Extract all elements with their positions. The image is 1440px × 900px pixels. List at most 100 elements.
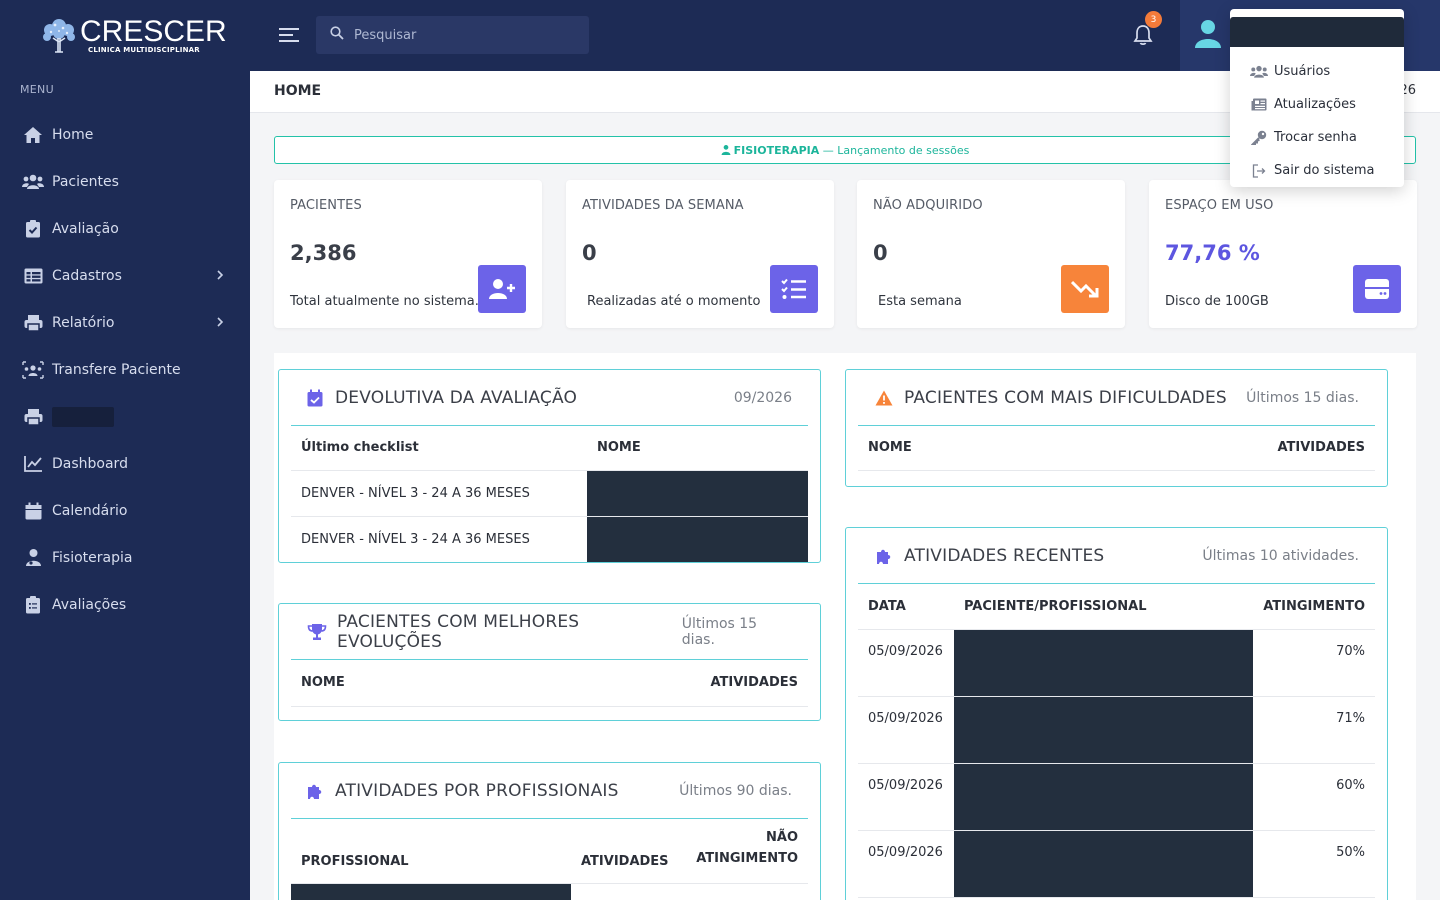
date-cell: 05/09/2026 (858, 763, 954, 831)
printer-icon (22, 313, 44, 333)
card-title: PACIENTES COM MELHORES EVOLUÇÕES (337, 611, 580, 652)
sidebar-item-redacted[interactable] (0, 393, 250, 440)
table-header-row: Último checklist NOME (291, 426, 808, 471)
table-row[interactable]: DENVER - NÍVEL 3 - 24 A 36 MESES (291, 516, 808, 562)
key-icon (1250, 130, 1268, 145)
sidebar-item-avaliacao[interactable]: Avaliação (0, 205, 250, 252)
column-header: NOME (858, 426, 1051, 471)
checklist-cell: DENVER - NÍVEL 3 - 24 A 36 MESES (301, 531, 530, 547)
user-plus-icon[interactable] (478, 265, 526, 313)
card-period: 09/2026 (733, 389, 792, 406)
sidebar-item-home[interactable]: Home (0, 111, 250, 158)
clipboard-list-icon (22, 595, 44, 615)
sidebar-item-relatorio[interactable]: Relatório (0, 299, 250, 346)
column-header: NÃO ATINGIMENTO (682, 819, 808, 884)
percent-cell: 60% (1253, 763, 1375, 831)
menu-item-atualizacoes[interactable]: Atualizações (1230, 88, 1404, 121)
card-header: ATIVIDADES POR PROFISSIONAIS Últimos 90 … (291, 763, 808, 819)
card-title: DEVOLUTIVA DA AVALIAÇÃO (335, 387, 578, 408)
card-header: PACIENTES COM MELHORES EVOLUÇÕES Últimos… (291, 604, 808, 660)
sidebar-item-dashboard[interactable]: Dashboard (0, 440, 250, 487)
percent-cell: 71% (1253, 696, 1375, 764)
column-header: ATIVIDADES (1050, 426, 1375, 471)
sidebar-item-label: Transfere Paciente (52, 361, 181, 378)
stat-card-nao-adquirido: NÃO ADQUIRIDO 0 Esta semana (857, 180, 1125, 328)
card-title: ATIVIDADES POR PROFISSIONAIS (335, 780, 619, 801)
table-row[interactable]: 05/09/2026 71% (858, 696, 1375, 764)
stat-value: 0 (582, 241, 597, 265)
sidebar-item-cadastros[interactable]: Cadastros (0, 252, 250, 299)
sidebar-item-label: Avaliações (52, 596, 127, 613)
header-line: NÃO (766, 829, 798, 845)
card-header: ATIVIDADES RECENTES Últimas 10 atividade… (858, 528, 1375, 584)
card-mais-dificuldades: PACIENTES COM MAIS DIFICULDADES Últimos … (845, 369, 1388, 487)
user-avatar-icon (1194, 19, 1222, 49)
card-title: PACIENTES COM MAIS DIFICULDADES (904, 387, 1227, 408)
search-icon (330, 26, 344, 44)
user-medical-icon (721, 144, 731, 156)
menu-item-trocar-senha[interactable]: Trocar senha (1230, 121, 1404, 154)
table-cell (571, 883, 683, 900)
menu-item-usuarios[interactable]: Usuários (1230, 55, 1404, 88)
printer-icon (22, 407, 44, 427)
date-cell: 05/09/2026 (858, 830, 954, 898)
stat-card-atividades-semana: ATIVIDADES DA SEMANA 0 Realizadas até o … (566, 180, 834, 328)
sidebar: CRESCER CLINICA MULTIDISCIPLINAR MENU Ho… (0, 0, 250, 900)
menu-item-label: Atualizações (1274, 97, 1356, 112)
redacted-name-cell (953, 830, 1254, 898)
percent-cell: 70% (1253, 629, 1375, 697)
users-transfer-icon (22, 360, 44, 380)
redacted-name-cell (587, 470, 808, 517)
trend-down-icon[interactable] (1061, 265, 1109, 313)
sidebar-item-label: Dashboard (52, 455, 128, 472)
search-input[interactable] (354, 27, 574, 43)
card-period: Últimos 90 dias. (679, 782, 792, 799)
brand-logo[interactable]: CRESCER CLINICA MULTIDISCIPLINAR (0, 0, 250, 71)
sidebar-item-pacientes[interactable]: Pacientes (0, 158, 250, 205)
menu-item-label: Usuários (1274, 64, 1331, 79)
sidebar-item-label: Relatório (52, 314, 115, 331)
sidebar-item-label: Cadastros (52, 267, 122, 284)
sidebar-item-label: Avaliação (52, 220, 119, 237)
sidebar-item-label: Pacientes (52, 173, 119, 190)
warning-icon (874, 388, 894, 408)
card-period: Últimas 10 atividades. (1202, 547, 1359, 564)
stat-value: 0 (873, 241, 888, 265)
sidebar-item-avaliacoes[interactable]: Avaliações (0, 581, 250, 628)
menu-toggle-icon[interactable] (278, 25, 300, 45)
table-row[interactable] (291, 883, 808, 900)
line-chart-icon (22, 454, 44, 474)
table-row[interactable]: 05/09/2026 70% (858, 629, 1375, 697)
sidebar-item-calendario[interactable]: Calendário (0, 487, 250, 534)
sidebar-item-fisioterapia[interactable]: Fisioterapia (0, 534, 250, 581)
sidebar-item-label: Calendário (52, 502, 128, 519)
user-dropdown-menu: Usuários Atualizações Trocar senha Sair … (1230, 9, 1404, 187)
column-header: NOME (587, 426, 808, 471)
card-period: Últimos 15 dias. (1246, 389, 1359, 406)
stat-card-pacientes: PACIENTES 2,386 Total atualmente no sist… (274, 180, 542, 328)
table-row[interactable]: 05/09/2026 60% (858, 763, 1375, 831)
redacted-label (52, 406, 114, 427)
percent-cell: 50% (1253, 830, 1375, 898)
card-atividades-recentes: ATIVIDADES RECENTES Últimas 10 atividade… (845, 527, 1388, 900)
recentes-table: DATA PACIENTE/PROFISSIONAL ATINGIMENTO 0… (858, 584, 1375, 898)
sign-out-icon (1250, 163, 1268, 178)
column-header: NOME (291, 660, 484, 707)
card-title: ATIVIDADES RECENTES (904, 545, 1105, 566)
stat-value: 77,76 % (1165, 241, 1260, 265)
card-header: DEVOLUTIVA DA AVALIAÇÃO 09/2026 (291, 370, 808, 426)
table-header-row: NOME ATIVIDADES (858, 426, 1375, 471)
menu-item-sair[interactable]: Sair do sistema (1230, 154, 1404, 187)
devolutiva-table: Último checklist NOME DENVER - NÍVEL 3 -… (291, 426, 808, 562)
sidebar-item-transfere-paciente[interactable]: Transfere Paciente (0, 346, 250, 393)
date-cell: 05/09/2026 (858, 696, 954, 764)
table-header-row: PROFISSIONAL ATIVIDADES NÃO ATINGIMENTO (291, 819, 808, 884)
hard-drive-icon[interactable] (1353, 265, 1401, 313)
redacted-name-cell (953, 763, 1254, 831)
users-icon (22, 172, 44, 192)
column-header: PACIENTE/PROFISSIONAL (953, 584, 1254, 630)
checklist-icon[interactable] (770, 265, 818, 313)
table-row[interactable]: 05/09/2026 50% (858, 830, 1375, 898)
card-atividades-profissionais: ATIVIDADES POR PROFISSIONAIS Últimos 90 … (278, 762, 821, 900)
table-row[interactable]: DENVER - NÍVEL 3 - 24 A 36 MESES (291, 470, 808, 517)
